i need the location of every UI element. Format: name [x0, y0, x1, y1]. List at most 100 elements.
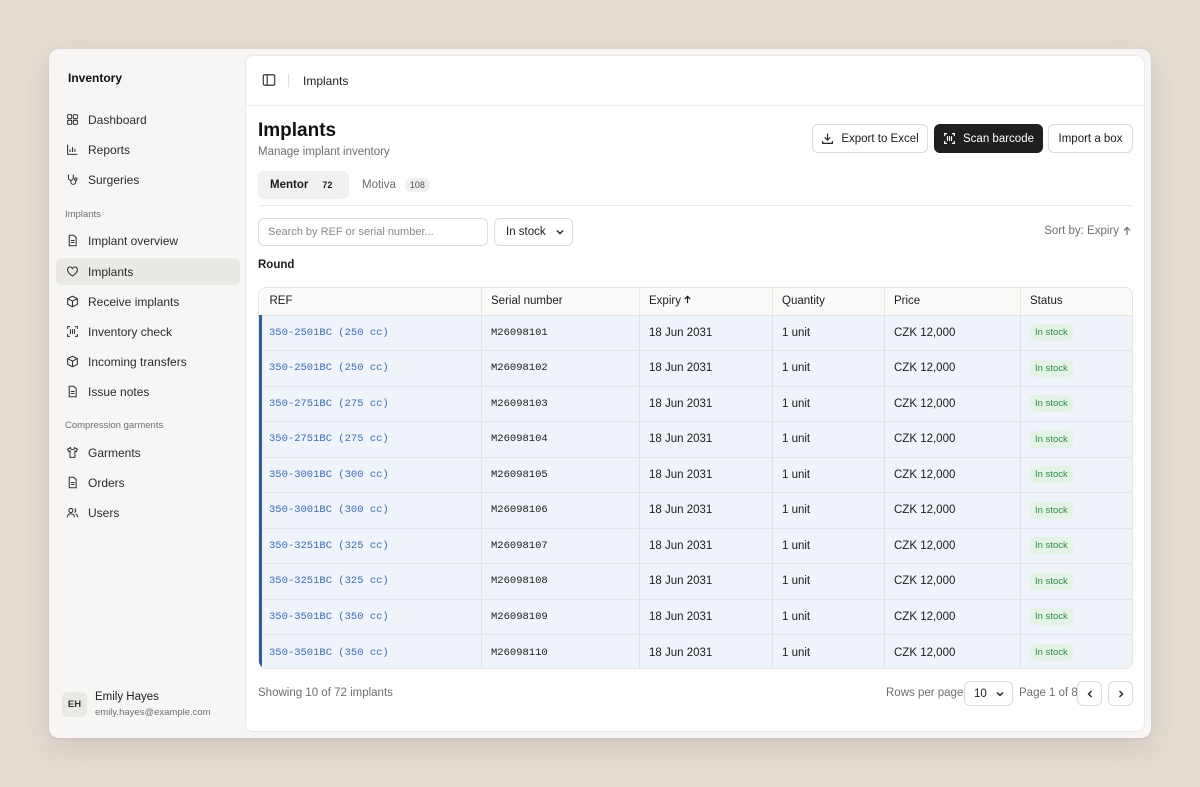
sidebar-item-label: Issue notes — [88, 384, 150, 399]
table-row[interactable]: 350-3001BC (300 cc) M26098105 18 Jun 2031 1… — [259, 457, 1132, 493]
sidebar-item-surgeries[interactable]: Surgeries — [56, 166, 240, 193]
status-badge: In stock — [1030, 644, 1073, 661]
breadcrumb: Implants — [303, 74, 349, 88]
document-icon — [68, 476, 77, 489]
cell-price: CZK 12,000 — [884, 350, 1021, 387]
cell-status: In stock — [1020, 528, 1132, 564]
previous-page-button[interactable] — [1077, 681, 1102, 706]
cell-ref[interactable]: 350-3001BC (300 cc) — [259, 492, 482, 529]
column-header-quantity[interactable]: Quantity — [772, 288, 885, 316]
cell-ref[interactable]: 350-2751BC (275 cc) — [259, 421, 482, 458]
sidebar-item-garments[interactable]: Garments — [56, 439, 240, 466]
topbar: Implants — [246, 56, 1144, 106]
cell-quantity: 1 unit — [772, 350, 885, 387]
app-title: Inventory — [68, 71, 123, 85]
column-header-serial[interactable]: Serial number — [481, 288, 640, 316]
chevron-right-icon — [1118, 690, 1123, 697]
tab-motiva[interactable]: Motiva 108 — [350, 171, 442, 199]
cell-quantity: 1 unit — [772, 315, 885, 351]
main-panel: Implants Implants Manage implant invento… — [245, 55, 1145, 732]
export-label: Export to Excel — [841, 132, 919, 145]
cell-ref[interactable]: 350-3501BC (350 cc) — [259, 634, 482, 668]
sidebar-item-receive-implants[interactable]: Receive implants — [56, 288, 240, 315]
scan-icon — [944, 133, 955, 144]
status-filter-select[interactable]: In stock — [494, 218, 573, 246]
cell-serial: M26098105 — [481, 457, 640, 493]
cell-expiry: 18 Jun 2031 — [639, 386, 773, 422]
table-row[interactable]: 350-3251BC (325 cc) M26098107 18 Jun 2031 1… — [259, 528, 1132, 564]
import-label: Import a box — [1058, 132, 1123, 145]
cell-price: CZK 12,000 — [884, 599, 1021, 635]
document-icon — [68, 385, 77, 398]
sidebar-item-implant-overview[interactable]: Implant overview — [56, 227, 240, 254]
sidebar-item-orders[interactable]: Orders — [56, 469, 240, 496]
tab-count: 72 — [322, 180, 333, 190]
cell-quantity: 1 unit — [772, 421, 885, 458]
cell-price: CZK 12,000 — [884, 315, 1021, 351]
next-page-button[interactable] — [1108, 681, 1133, 706]
status-badge: In stock — [1030, 537, 1073, 555]
column-header-label: Expiry — [649, 295, 681, 308]
page-subtitle: Manage implant inventory — [258, 146, 390, 158]
cell-serial: M26098104 — [481, 421, 640, 458]
column-header-expiry[interactable]: Expiry — [639, 288, 773, 316]
cell-ref[interactable]: 350-2501BC (250 cc) — [259, 350, 482, 387]
sidebar-item-label: Surgeries — [88, 172, 140, 187]
cell-serial: M26098110 — [481, 634, 640, 668]
cell-price: CZK 12,000 — [884, 528, 1021, 564]
tab-label: Motiva — [362, 179, 396, 191]
app-window: Inventory Dashboard Reports Surgeries Im… — [49, 49, 1151, 738]
status-badge: In stock — [1030, 501, 1073, 519]
search-input[interactable] — [258, 218, 488, 246]
avatar: EH — [62, 692, 87, 717]
rows-per-page-value: 10 — [974, 687, 987, 700]
sidebar-item-label: Inventory check — [88, 324, 173, 339]
sidebar-item-label: Dashboard — [88, 112, 147, 127]
cell-ref[interactable]: 350-2751BC (275 cc) — [259, 386, 482, 422]
sidebar-item-label: Users — [88, 505, 120, 520]
sidebar-item-dashboard[interactable]: Dashboard — [56, 106, 240, 133]
table-row[interactable]: 350-2751BC (275 cc) M26098103 18 Jun 2031 1… — [259, 386, 1132, 422]
user-profile[interactable]: EH Emily Hayes emily.hayes@example.com — [62, 691, 211, 718]
cell-ref[interactable]: 350-3251BC (325 cc) — [259, 528, 482, 564]
table-row[interactable]: 350-3001BC (300 cc) M26098106 18 Jun 2031 1… — [259, 492, 1132, 529]
cell-status: In stock — [1020, 457, 1132, 493]
tab-mentor[interactable]: Mentor 72 — [258, 171, 350, 199]
cell-ref[interactable]: 350-3251BC (325 cc) — [259, 563, 482, 600]
import-box-button[interactable]: Import a box — [1048, 124, 1133, 153]
sort-control[interactable]: Sort by: Expiry — [1044, 225, 1132, 237]
download-icon — [822, 133, 834, 144]
sidebar-item-incoming-transfers[interactable]: Incoming transfers — [56, 348, 240, 375]
export-excel-button[interactable]: Export to Excel — [812, 124, 928, 153]
sidebar-item-implants[interactable]: Implants — [56, 258, 240, 285]
column-header-status[interactable]: Status — [1020, 288, 1132, 316]
cell-ref[interactable]: 350-3001BC (300 cc) — [259, 457, 482, 493]
user-name: Emily Hayes — [95, 691, 159, 703]
table-row[interactable]: 350-2501BC (250 cc) M26098102 18 Jun 2031 1… — [259, 350, 1132, 387]
section-label-garments: Compression garments — [65, 420, 164, 431]
sidebar-item-issue-notes[interactable]: Issue notes — [56, 378, 240, 405]
cell-ref[interactable]: 350-2501BC (250 cc) — [259, 315, 482, 351]
table-row[interactable]: 350-3501BC (350 cc) M26098110 18 Jun 2031 1… — [259, 634, 1132, 668]
sidebar-item-label: Implants — [88, 264, 134, 279]
rows-per-page-select[interactable]: 10 — [964, 681, 1013, 706]
cell-serial: M26098103 — [481, 386, 640, 422]
chevron-down-icon — [996, 691, 1004, 696]
cell-ref[interactable]: 350-3501BC (350 cc) — [259, 599, 482, 635]
sidebar-toggle-icon[interactable] — [262, 73, 276, 87]
column-header-ref[interactable]: REF — [260, 288, 482, 316]
cell-expiry: 18 Jun 2031 — [639, 315, 773, 351]
scan-barcode-button[interactable]: Scan barcode — [934, 124, 1043, 153]
table-row[interactable]: 350-2501BC (250 cc) M26098101 18 Jun 2031 1… — [259, 315, 1132, 351]
sidebar-item-label: Orders — [88, 475, 125, 490]
table-row[interactable]: 350-2751BC (275 cc) M26098104 18 Jun 2031 1… — [259, 421, 1132, 458]
sidebar-item-inventory-check[interactable]: Inventory check — [56, 318, 240, 345]
sidebar-item-users[interactable]: Users — [56, 499, 240, 526]
group-label: Round — [258, 259, 295, 271]
sidebar-item-reports[interactable]: Reports — [56, 136, 240, 163]
status-badge: In stock — [1030, 430, 1073, 448]
column-header-price[interactable]: Price — [884, 288, 1021, 316]
table-row[interactable]: 350-3501BC (350 cc) M26098109 18 Jun 2031 1… — [259, 599, 1132, 635]
table-row[interactable]: 350-3251BC (325 cc) M26098108 18 Jun 2031 1… — [259, 563, 1132, 600]
document-icon — [68, 234, 77, 247]
